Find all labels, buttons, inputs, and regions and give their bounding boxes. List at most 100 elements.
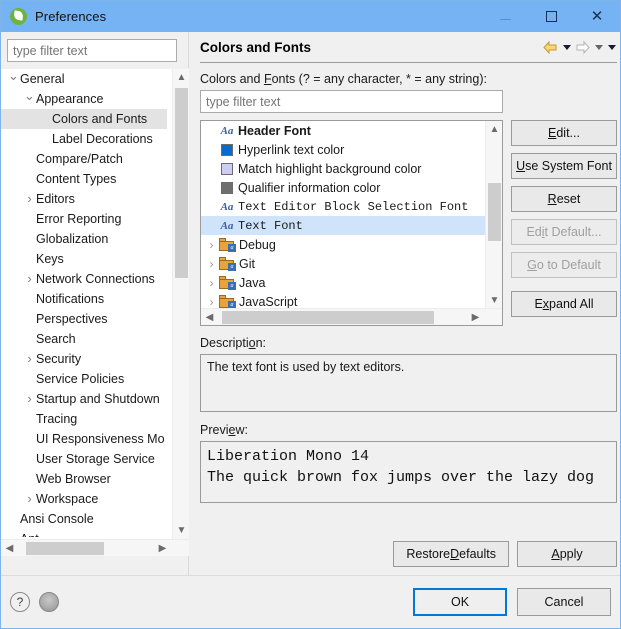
colors-fonts-row-label: Java	[239, 275, 266, 290]
sidebar-item-label-decorations[interactable]: Label Decorations	[1, 129, 167, 149]
sidebar-item-ui-responsiveness-monitoring[interactable]: UI Responsiveness Monitoring	[1, 429, 167, 449]
tree-scroll-down-icon[interactable]: ▼	[486, 292, 502, 309]
reset-button[interactable]: Reset	[511, 186, 617, 212]
forward-menu-chevron-down-icon[interactable]	[593, 41, 604, 55]
dialog-body: General Appearance Colors and Fonts Label D…	[1, 32, 620, 575]
sidebar-hscroll-thumb[interactable]	[26, 542, 104, 555]
apply-button[interactable]: Apply	[517, 541, 617, 567]
sidebar-item-notifications[interactable]: Notifications	[1, 289, 167, 309]
minimize-button[interactable]	[482, 1, 528, 32]
tree-scroll-thumb[interactable]	[488, 183, 501, 241]
colors-fonts-row[interactable]: Hyperlink text color	[201, 140, 486, 159]
sidebar-item-keys[interactable]: Keys	[1, 249, 167, 269]
tree-vertical-scrollbar[interactable]: ▲ ▼	[485, 121, 502, 309]
tree-scroll-up-icon[interactable]: ▲	[486, 121, 502, 138]
sidebar-item-tracing[interactable]: Tracing	[1, 409, 167, 429]
tree-hscroll-thumb[interactable]	[222, 311, 434, 324]
chevron-right-icon[interactable]	[23, 352, 36, 366]
sidebar-item-appearance[interactable]: Appearance	[1, 89, 167, 109]
sidebar-item-ant[interactable]: Ant	[1, 529, 167, 537]
chevron-down-icon[interactable]	[23, 92, 36, 106]
sidebar-scroll-thumb[interactable]	[175, 88, 188, 278]
sidebar-vertical-scrollbar[interactable]: ▲ ▼	[172, 69, 189, 556]
close-button[interactable]: ✕	[574, 1, 620, 32]
colors-fonts-row[interactable]: Qualifier information color	[201, 178, 486, 197]
color-swatch-icon	[221, 162, 233, 175]
use-system-font-button[interactable]: Use System Font	[511, 153, 617, 179]
ok-button[interactable]: OK	[413, 587, 507, 616]
sidebar-item-service-policies[interactable]: Service Policies	[1, 369, 167, 389]
colors-fonts-row[interactable]: Aa Text Font	[201, 216, 486, 235]
restore-defaults-button[interactable]: Restore Defaults	[393, 541, 509, 567]
scroll-up-icon[interactable]: ▲	[173, 69, 189, 86]
back-menu-chevron-down-icon[interactable]	[561, 41, 572, 55]
sidebar-item-globalization[interactable]: Globalization	[1, 229, 167, 249]
scroll-left-icon[interactable]: ◀	[1, 540, 18, 557]
maximize-button[interactable]	[528, 1, 574, 32]
sidebar-item-startup-and-shutdown[interactable]: Startup and Shutdown	[1, 389, 167, 409]
preview-line-1: Liberation Mono 14	[207, 448, 370, 465]
more-chevron-down-icon[interactable]	[606, 41, 617, 55]
chevron-right-icon[interactable]: ›	[204, 295, 219, 309]
sidebar-item-ansi-console[interactable]: Ansi Console	[1, 509, 167, 529]
window-controls: ✕	[482, 1, 620, 32]
tree-scroll-left-icon[interactable]: ◀	[201, 309, 218, 326]
colors-fonts-tree[interactable]: Aa Header Font Hyperlink text color Match h…	[200, 120, 503, 326]
chevron-right-icon[interactable]	[23, 392, 36, 406]
chevron-right-icon[interactable]	[7, 532, 20, 537]
colors-fonts-row[interactable]: Aa Header Font	[201, 121, 486, 140]
sidebar-item-error-reporting[interactable]: Error Reporting	[1, 209, 167, 229]
back-arrow-icon[interactable]	[542, 40, 559, 55]
colors-fonts-row[interactable]: Aa Text Editor Block Selection Font	[201, 197, 486, 216]
sidebar-item-search[interactable]: Search	[1, 329, 167, 349]
chevron-right-icon[interactable]: ›	[204, 276, 219, 290]
sidebar-horizontal-scrollbar[interactable]: ◀ ▶	[1, 539, 189, 556]
record-button-icon[interactable]	[39, 591, 59, 612]
sidebar-filter-input[interactable]	[7, 39, 177, 62]
question-mark-icon[interactable]: ?	[10, 591, 30, 612]
scroll-right-icon[interactable]: ▶	[154, 540, 171, 557]
chevron-right-icon[interactable]: ›	[204, 238, 219, 252]
colors-fonts-row[interactable]: › a Java	[201, 273, 486, 292]
tree-horizontal-scrollbar[interactable]: ◀ ▶	[201, 308, 502, 325]
colors-fonts-row[interactable]: › a Git	[201, 254, 486, 273]
colors-fonts-row[interactable]: › a Debug	[201, 235, 486, 254]
sidebar-item-general[interactable]: General	[1, 69, 167, 89]
chevron-right-icon[interactable]	[23, 192, 36, 206]
edit-default-button: Ed i t Default...	[511, 219, 617, 245]
sidebar-item-security[interactable]: Security	[1, 349, 167, 369]
sidebar-item-label: Ant	[20, 532, 39, 537]
sidebar-item-user-storage-service[interactable]: User Storage Service	[1, 449, 167, 469]
sidebar-item-network-connections[interactable]: Network Connections	[1, 269, 167, 289]
sidebar-item-label: Search	[36, 332, 76, 346]
preferences-page: Colors and Fonts Colors and Fonts (? = a…	[189, 32, 620, 575]
sidebar-item-label: Workspace	[36, 492, 99, 506]
sidebar-item-content-types[interactable]: Content Types	[1, 169, 167, 189]
description-text: The text font is used by text editors.	[207, 360, 405, 374]
colors-fonts-filter-input[interactable]	[200, 90, 503, 113]
sidebar-item-compare-patch[interactable]: Compare/Patch	[1, 149, 167, 169]
sidebar-item-editors[interactable]: Editors	[1, 189, 167, 209]
sidebar-item-label: User Storage Service	[36, 452, 155, 466]
colors-fonts-tree-items: Aa Header Font Hyperlink text color Match h…	[201, 121, 486, 309]
sidebar-tree-items: General Appearance Colors and Fonts Label D…	[1, 69, 167, 537]
chevron-right-icon[interactable]	[23, 492, 36, 506]
colors-fonts-row[interactable]: › a JavaScript	[201, 292, 486, 309]
colors-fonts-row-label: Qualifier information color	[238, 180, 381, 195]
tree-and-buttons: Aa Header Font Hyperlink text color Match h…	[200, 120, 617, 326]
chevron-right-icon[interactable]	[23, 272, 36, 286]
sidebar-item-web-browser[interactable]: Web Browser	[1, 469, 167, 489]
expand-all-button[interactable]: Ex pand All	[511, 291, 617, 317]
edit-button[interactable]: Edit...	[511, 120, 617, 146]
cancel-button[interactable]: Cancel	[517, 587, 611, 616]
colors-fonts-row[interactable]: Match highlight background color	[201, 159, 486, 178]
sidebar-item-colors-and-fonts[interactable]: Colors and Fonts	[1, 109, 167, 129]
sidebar-item-workspace[interactable]: Workspace	[1, 489, 167, 509]
font-icon: Aa	[220, 200, 234, 213]
scroll-down-icon[interactable]: ▼	[173, 522, 189, 539]
chevron-down-icon[interactable]	[7, 72, 20, 86]
sidebar-tree[interactable]: General Appearance Colors and Fonts Label D…	[1, 68, 189, 556]
sidebar-item-perspectives[interactable]: Perspectives	[1, 309, 167, 329]
chevron-right-icon[interactable]: ›	[204, 257, 219, 271]
tree-scroll-right-icon[interactable]: ▶	[467, 309, 484, 326]
